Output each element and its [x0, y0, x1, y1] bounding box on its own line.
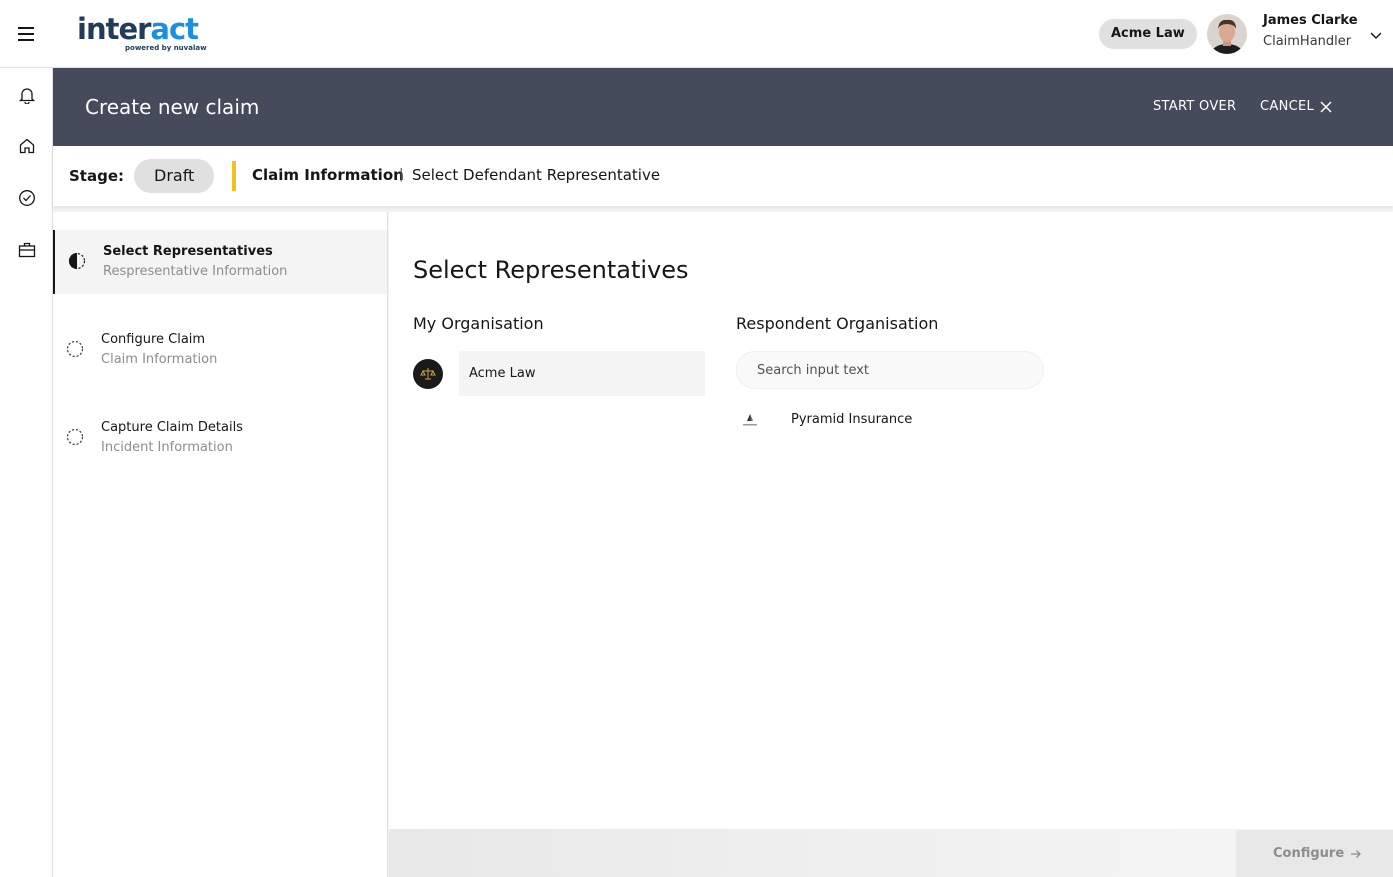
- step-title: Configure Claim: [101, 332, 206, 347]
- avatar[interactable]: [1207, 14, 1247, 54]
- breadcrumb-section: Claim Information: [252, 166, 404, 184]
- acme-law-logo: [413, 359, 443, 389]
- respondent-search-input[interactable]: [736, 351, 1044, 389]
- organisation-pill[interactable]: Acme Law: [1099, 19, 1197, 49]
- briefcase-icon[interactable]: [15, 238, 39, 262]
- hamburger-menu-icon[interactable]: [14, 22, 38, 46]
- arrow-right-icon: [1351, 849, 1362, 858]
- left-nav-rail: [0, 68, 53, 877]
- progress-steps: Select Representatives Respresentative I…: [53, 212, 388, 877]
- stage-bar: Stage: Draft Claim Information | Select …: [53, 146, 1393, 206]
- user-name: James Clarke: [1263, 13, 1358, 28]
- stage-badge: Draft: [134, 159, 215, 193]
- breadcrumb-separator: |: [399, 167, 404, 182]
- step-subtitle: Claim Information: [101, 352, 218, 367]
- respondent-name: Pyramid Insurance: [791, 412, 913, 427]
- dashed-circle-icon: [66, 340, 84, 358]
- configure-button[interactable]: Configure: [1236, 830, 1393, 877]
- home-icon[interactable]: [15, 134, 39, 158]
- page-title: Create new claim: [85, 95, 260, 119]
- step-subtitle: Respresentative Information: [103, 264, 288, 279]
- stage-accent-divider: [232, 161, 236, 191]
- my-organisation-heading: My Organisation: [413, 314, 544, 333]
- dashed-circle-icon: [66, 428, 84, 446]
- start-over-button[interactable]: START OVER: [1153, 99, 1236, 114]
- breadcrumb-current: Select Defendant Representative: [412, 166, 661, 184]
- page-banner: Create new claim START OVER CANCEL: [53, 68, 1393, 146]
- main-content: Select Representatives My Organisation R…: [389, 212, 1393, 829]
- step-configure-claim[interactable]: Configure Claim Claim Information: [53, 318, 387, 382]
- half-filled-circle-icon: [68, 252, 86, 270]
- stage-label: Stage:: [69, 167, 125, 185]
- step-title: Select Representatives: [103, 244, 273, 259]
- interact-logo[interactable]: interact powered by nuvalaw: [77, 12, 207, 52]
- cancel-button[interactable]: CANCEL: [1260, 99, 1332, 114]
- step-select-representatives[interactable]: Select Representatives Respresentative I…: [53, 230, 387, 294]
- respondent-organisation-heading: Respondent Organisation: [736, 314, 939, 333]
- respondent-result-item[interactable]: Pyramid Insurance: [736, 408, 1044, 434]
- step-title: Capture Claim Details: [101, 420, 243, 435]
- footer-action-bar: Configure: [389, 829, 1393, 877]
- section-title: Select Representatives: [413, 256, 689, 284]
- logo-wordmark: interact: [77, 12, 199, 46]
- logo-tagline: powered by nuvalaw: [125, 44, 207, 52]
- bell-icon[interactable]: [15, 83, 39, 107]
- user-role: ClaimHandler: [1263, 34, 1352, 49]
- close-icon: [1320, 100, 1332, 113]
- configure-label: Configure: [1273, 846, 1345, 861]
- cancel-label: CANCEL: [1260, 99, 1315, 114]
- step-capture-claim-details[interactable]: Capture Claim Details Incident Informati…: [53, 406, 387, 470]
- pyramid-insurance-logo: [743, 414, 757, 426]
- checkmark-circle-icon[interactable]: [15, 186, 39, 210]
- chevron-down-icon[interactable]: [1368, 27, 1384, 43]
- top-header: interact powered by nuvalaw Acme Law Jam…: [0, 0, 1393, 68]
- step-subtitle: Incident Information: [101, 440, 233, 455]
- my-organisation-field[interactable]: Acme Law: [459, 351, 705, 396]
